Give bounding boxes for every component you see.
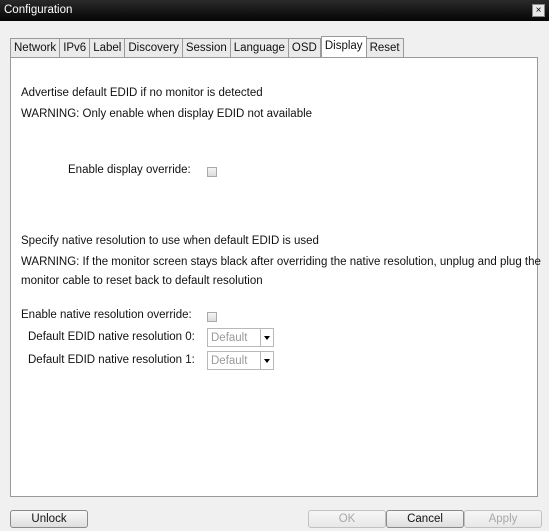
tab-bar: Network IPv6 Label Discovery Session Lan… [10, 36, 404, 57]
window-title: Configuration [4, 4, 73, 16]
tab-language[interactable]: Language [230, 38, 289, 57]
chevron-down-icon [260, 352, 273, 369]
res1-value: Default [211, 355, 248, 367]
display-override-label: Enable display override: [68, 164, 191, 176]
chevron-down-icon [260, 329, 273, 346]
native-override-label: Enable native resolution override: [21, 309, 192, 321]
tab-reset[interactable]: Reset [366, 38, 404, 57]
native-warning-line2: monitor cable to reset back to default r… [21, 275, 263, 287]
edid-description: Advertise default EDID if no monitor is … [21, 87, 263, 99]
native-description: Specify native resolution to use when de… [21, 235, 319, 247]
tab-network[interactable]: Network [10, 38, 61, 57]
unlock-button[interactable]: Unlock [10, 510, 88, 528]
res0-label: Default EDID native resolution 0: [28, 331, 195, 343]
tab-display[interactable]: Display [320, 36, 367, 57]
res0-value: Default [211, 332, 248, 344]
title-bar: Configuration × [0, 0, 549, 21]
apply-button[interactable]: Apply [464, 510, 542, 528]
cancel-button[interactable]: Cancel [386, 510, 464, 528]
tab-discovery[interactable]: Discovery [125, 38, 183, 57]
display-override-checkbox[interactable] [207, 167, 217, 177]
display-panel: Advertise default EDID if no monitor is … [10, 57, 541, 497]
tab-osd[interactable]: OSD [288, 38, 321, 57]
native-override-checkbox[interactable] [207, 312, 217, 322]
close-button[interactable]: × [532, 4, 545, 17]
edid-warning: WARNING: Only enable when display EDID n… [21, 108, 313, 120]
ok-button[interactable]: OK [308, 510, 386, 528]
res0-select[interactable]: Default [207, 328, 274, 347]
configuration-window: Network IPv6 Label Discovery Session Lan… [0, 21, 549, 531]
tab-session[interactable]: Session [182, 38, 231, 57]
tab-ipv6[interactable]: IPv6 [60, 38, 91, 57]
tab-label[interactable]: Label [90, 38, 126, 57]
native-warning-line1: WARNING: If the monitor screen stays bla… [21, 256, 541, 268]
res1-select[interactable]: Default [207, 351, 274, 370]
res1-label: Default EDID native resolution 1: [28, 354, 195, 366]
